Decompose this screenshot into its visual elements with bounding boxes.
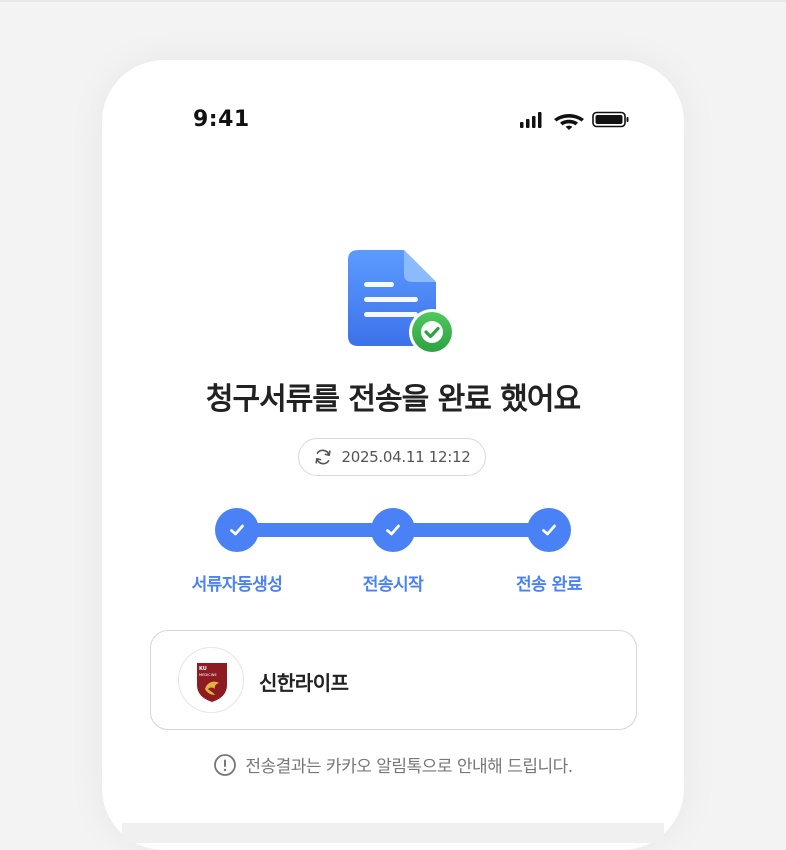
signal-icon	[520, 112, 542, 128]
sent-timestamp: 2025.04.11 12:12	[341, 448, 471, 466]
bottom-strip	[122, 823, 664, 843]
insurer-name: 신한라이프	[259, 671, 349, 695]
battery-icon	[592, 111, 629, 128]
progress-stepper: 서류자동생성 전송시작 전송 완료	[102, 508, 684, 608]
document-check-icon	[348, 250, 455, 355]
step-1-check-icon	[215, 508, 259, 552]
notice-text: 전송결과는 카카오 알림톡으로 안내해 드립니다.	[245, 757, 573, 777]
result-headline: 청구서류를 전송을 완료 했어요	[205, 382, 581, 417]
step-label-doc-generation: 서류자동생성	[191, 575, 283, 595]
svg-text:KU: KU	[199, 666, 207, 672]
top-divider	[0, 0, 786, 2]
wifi-icon	[554, 114, 584, 130]
status-time: 9:41	[193, 107, 250, 132]
phone-screen: 9:41 청구서류를 전송을 완료 했어요 2025.04.11 12:12 서…	[102, 60, 684, 850]
insurer-card[interactable]: KU MEDICINE 신한라이프	[150, 630, 637, 730]
step-2-check-icon	[371, 508, 415, 552]
step-label-send-complete: 전송 완료	[516, 575, 582, 595]
step-label-send-start: 전송시작	[362, 575, 424, 595]
sent-timestamp-pill: 2025.04.11 12:12	[298, 438, 486, 476]
kakao-notice: 전송결과는 카카오 알림톡으로 안내해 드립니다.	[102, 752, 684, 777]
step-3-check-icon	[527, 508, 571, 552]
insurer-logo: KU MEDICINE	[178, 647, 244, 713]
shield-logo-icon: KU MEDICINE	[197, 663, 227, 702]
refresh-icon	[315, 449, 332, 465]
svg-text:MEDICINE: MEDICINE	[199, 673, 217, 677]
info-icon	[214, 753, 237, 776]
status-icons	[520, 111, 629, 130]
